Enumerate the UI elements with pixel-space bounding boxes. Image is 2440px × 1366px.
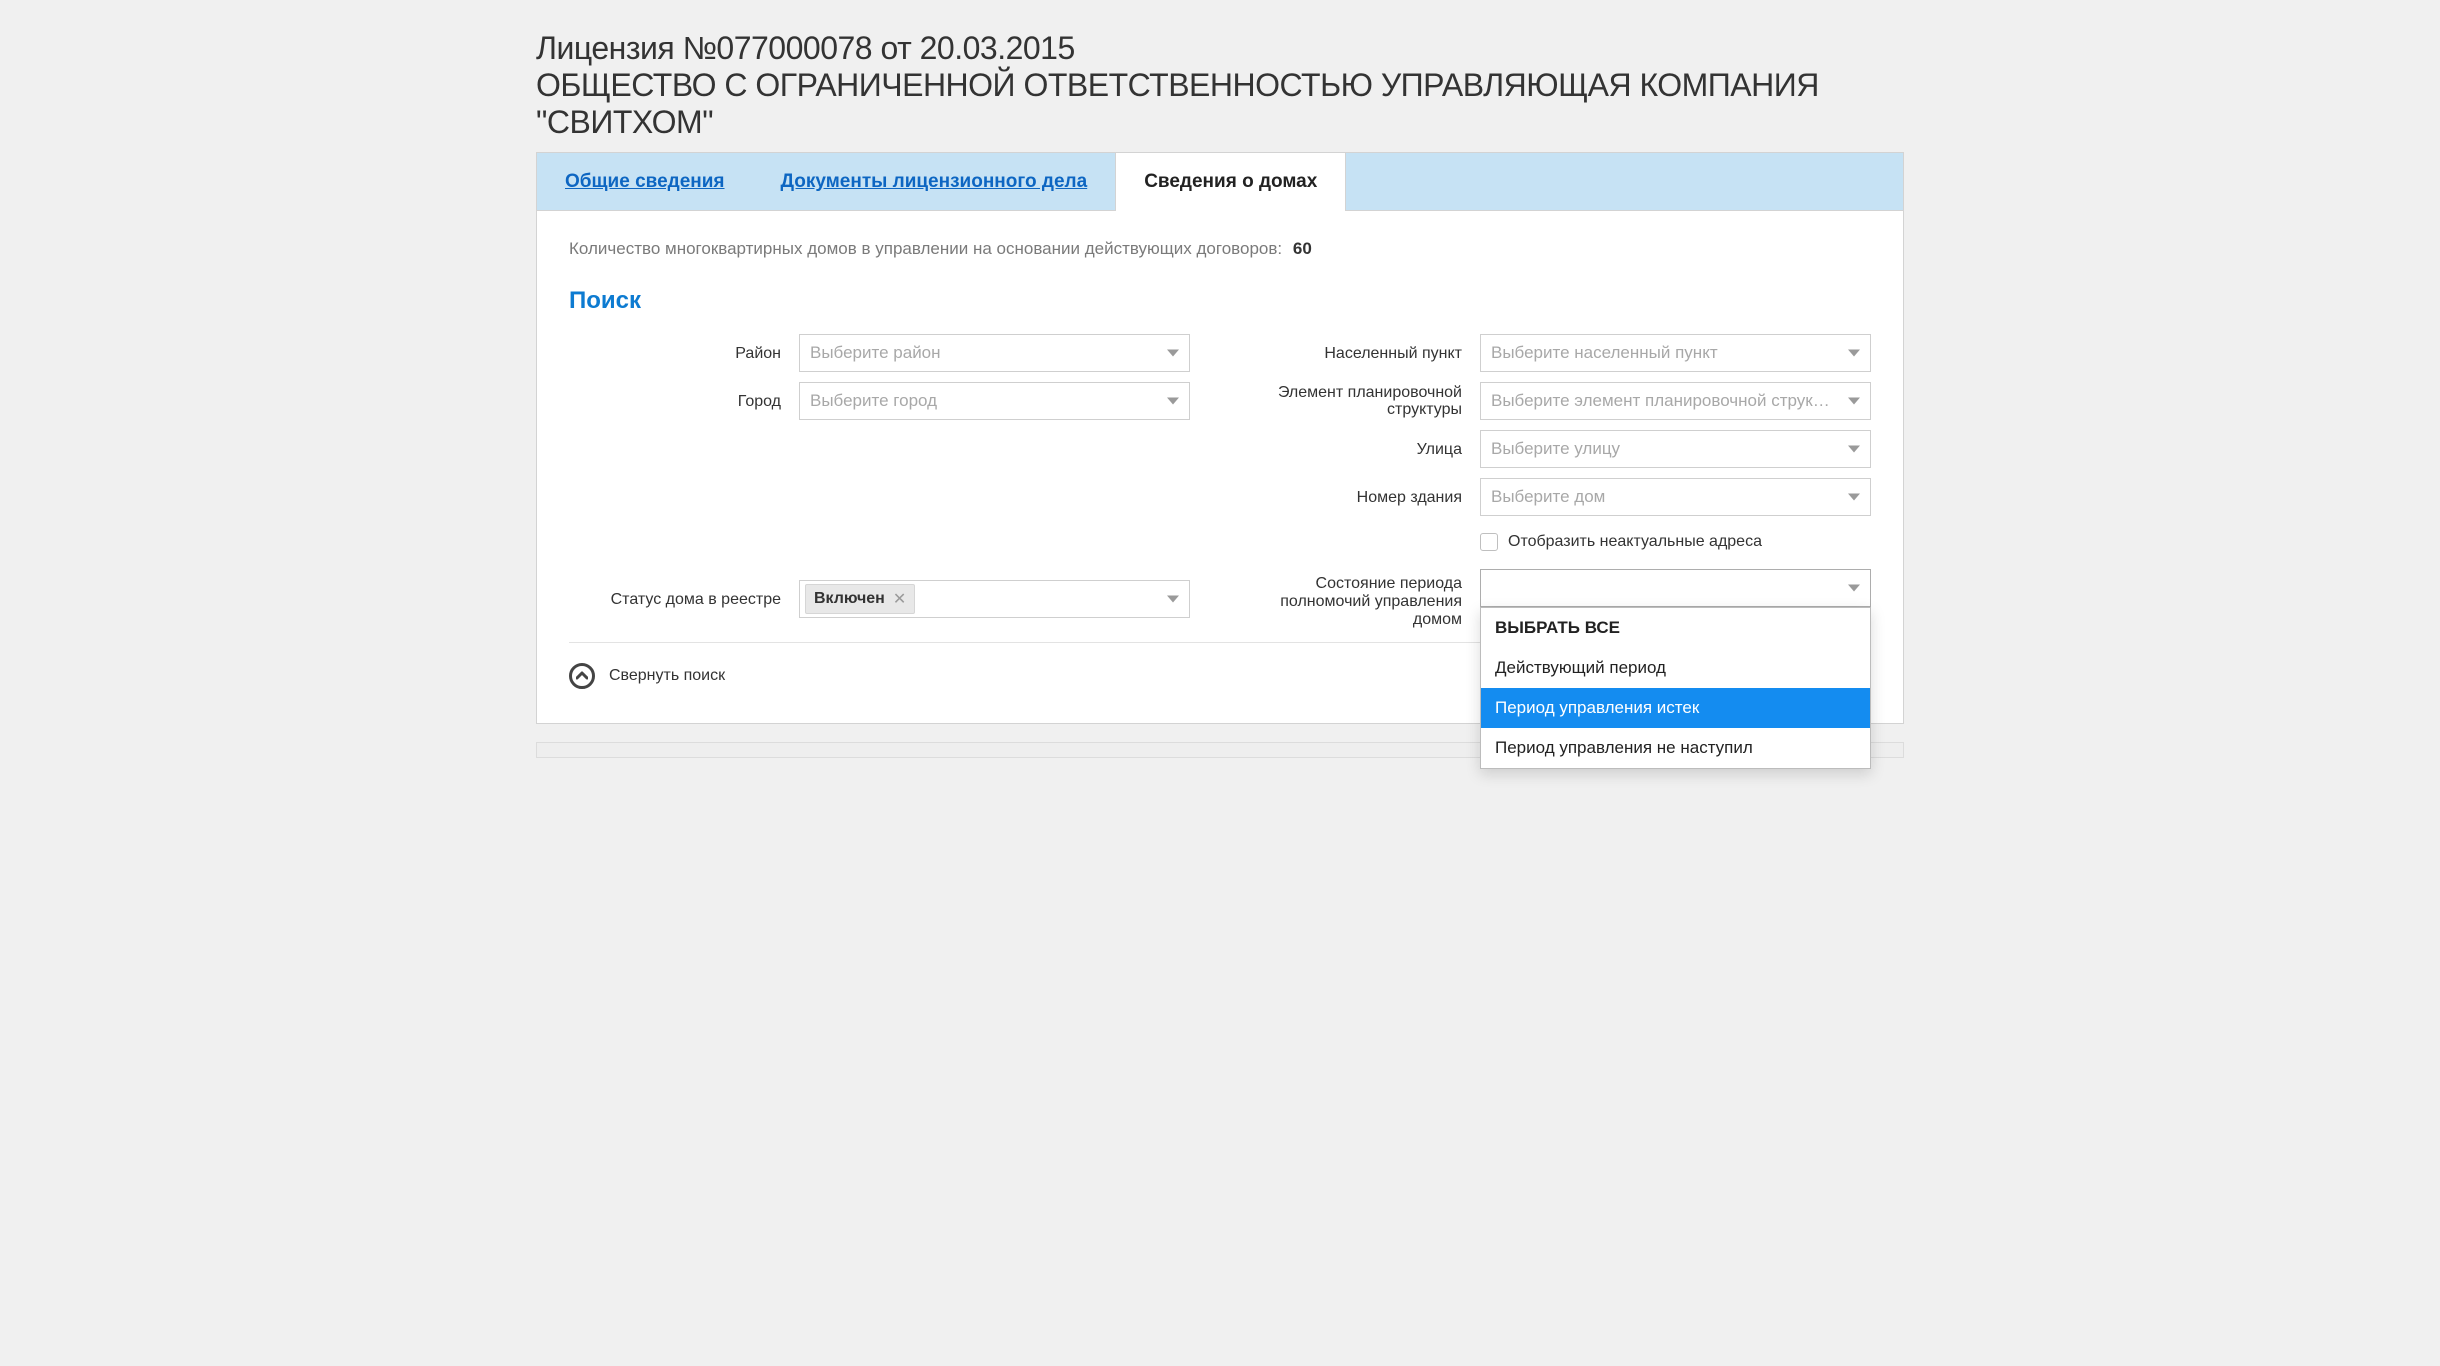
label-street: Улица	[1250, 441, 1480, 459]
search-section-title: Поиск	[569, 287, 1871, 315]
dropdown-option-select-all[interactable]: ВЫБРАТЬ ВСЕ	[1481, 608, 1870, 648]
chevron-down-icon	[1848, 494, 1860, 501]
collapse-search-label: Свернуть поиск	[609, 667, 725, 685]
label-period-state: Состояние периода полномочий управления …	[1250, 569, 1480, 628]
form-left-column: Район Выберите район Город Выбери	[569, 329, 1190, 628]
chevron-down-icon	[1848, 446, 1860, 453]
dropdown-option-active-period[interactable]: Действующий период	[1481, 648, 1870, 688]
tab-general-info[interactable]: Общие сведения	[537, 153, 753, 210]
form-right-column: Населенный пункт Выберите населенный пун…	[1250, 329, 1871, 628]
remove-chip-icon[interactable]: ✕	[893, 589, 906, 609]
heading-line-1: Лицензия №077000078 от 20.03.2015	[536, 30, 1075, 66]
houses-count-value: 60	[1293, 239, 1312, 258]
select-city[interactable]: Выберите город	[799, 382, 1190, 420]
label-planning-element: Элемент планировочной структуры	[1250, 384, 1480, 419]
dropdown-option-expired-period[interactable]: Период управления истек	[1481, 688, 1870, 728]
license-panel: Общие сведения Документы лицензионного д…	[536, 152, 1904, 724]
chevron-down-icon	[1167, 350, 1179, 357]
select-planning-element[interactable]: Выберите элемент планировочной струк…	[1480, 382, 1871, 420]
label-locality: Населенный пункт	[1250, 345, 1480, 363]
label-city: Город	[569, 393, 799, 411]
chevron-down-icon	[1848, 350, 1860, 357]
period-state-dropdown: ВЫБРАТЬ ВСЕ Действующий период Период уп…	[1480, 607, 1871, 769]
tab-content: Количество многоквартирных домов в управ…	[537, 211, 1903, 723]
select-period-state[interactable]	[1480, 569, 1871, 607]
status-chip: Включен ✕	[805, 584, 915, 614]
chevron-down-icon	[1848, 398, 1860, 405]
houses-count-label: Количество многоквартирных домов в управ…	[569, 239, 1282, 258]
label-district: Район	[569, 345, 799, 363]
label-house-status: Статус дома в реестре	[569, 591, 799, 609]
heading-line-2: ОБЩЕСТВО С ОГРАНИЧЕННОЙ ОТВЕТСТВЕННОСТЬЮ…	[536, 67, 1819, 140]
page-heading: Лицензия №077000078 от 20.03.2015 ОБЩЕСТ…	[536, 0, 1904, 152]
houses-count-line: Количество многоквартирных домов в управ…	[569, 239, 1871, 259]
tab-houses-info[interactable]: Сведения о домах	[1115, 153, 1346, 211]
chevron-up-circle-icon	[569, 663, 595, 689]
select-period-state-wrapper: ВЫБРАТЬ ВСЕ Действующий период Период уп…	[1480, 569, 1871, 607]
checkbox-show-irrelevant-addresses[interactable]	[1480, 533, 1498, 551]
select-district[interactable]: Выберите район	[799, 334, 1190, 372]
select-locality[interactable]: Выберите населенный пункт	[1480, 334, 1871, 372]
label-show-irrelevant: Отобразить неактуальные адреса	[1508, 533, 1762, 551]
select-building-number[interactable]: Выберите дом	[1480, 478, 1871, 516]
tab-bar: Общие сведения Документы лицензионного д…	[537, 153, 1903, 211]
select-street[interactable]: Выберите улицу	[1480, 430, 1871, 468]
tab-license-documents[interactable]: Документы лицензионного дела	[753, 153, 1116, 210]
chevron-down-icon	[1167, 596, 1179, 603]
label-building-number: Номер здания	[1250, 489, 1480, 507]
chevron-down-icon	[1848, 585, 1860, 592]
placeholder-richtung: Выберите район	[810, 343, 941, 363]
select-house-status[interactable]: Включен ✕	[799, 580, 1190, 618]
dropdown-option-not-started-period[interactable]: Период управления не наступил	[1481, 728, 1870, 768]
chevron-down-icon	[1167, 398, 1179, 405]
